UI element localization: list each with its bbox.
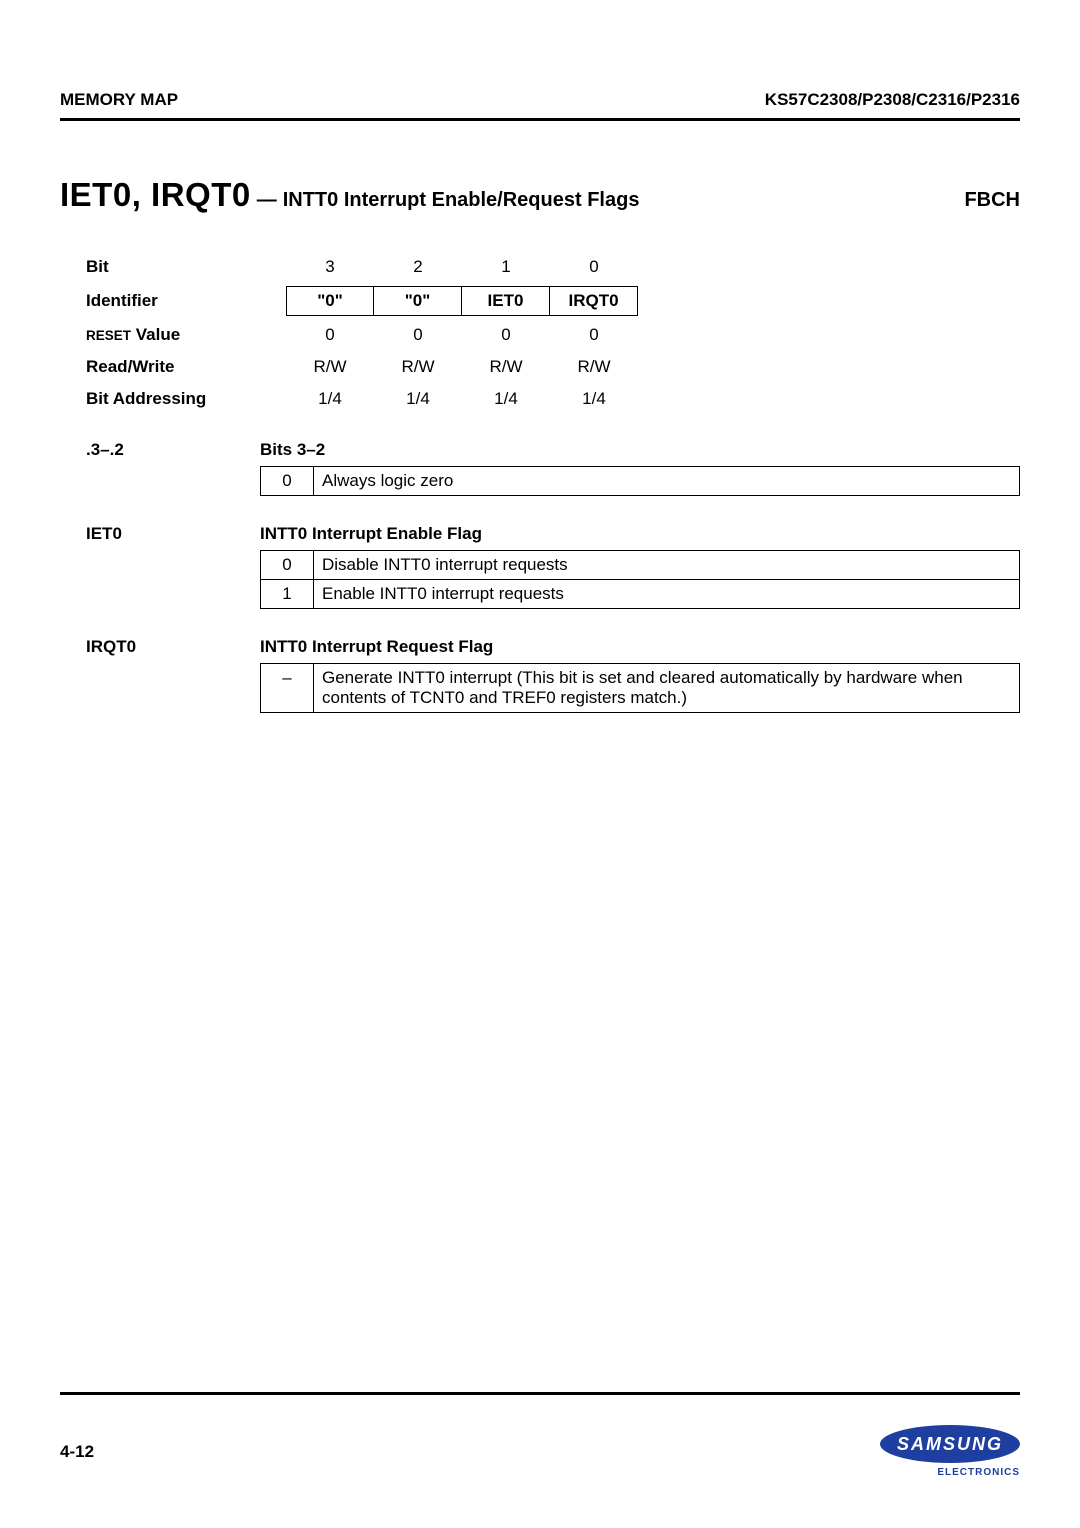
bitaddr-label: Bit Addressing (86, 389, 286, 409)
header-right: KS57C2308/P2308/C2316/P2316 (765, 90, 1020, 110)
identifier-cell: IET0 (462, 286, 550, 316)
identifier-cell: IRQT0 (550, 286, 638, 316)
table-row: – Generate INTT0 interrupt (This bit is … (261, 664, 1020, 713)
reset-cell: 0 (462, 322, 550, 348)
header-rule (60, 118, 1020, 121)
rw-cell: R/W (550, 354, 638, 380)
val-cell: 0 (261, 551, 314, 580)
identifier-cell: "0" (286, 286, 374, 316)
title-left: IET0, IRQT0 — INTT0 Interrupt Enable/Req… (60, 176, 639, 214)
identifier-cell: "0" (374, 286, 462, 316)
register-address: FBCH (964, 189, 1020, 212)
iet0-table: 0 Disable INTT0 interrupt requests 1 Ena… (260, 550, 1020, 609)
val-cell: 1 (261, 580, 314, 609)
table-row: 0 Disable INTT0 interrupt requests (261, 551, 1020, 580)
reset-cell: 0 (550, 322, 638, 348)
electronics-label: ELECTRONICS (880, 1467, 1020, 1478)
logo-block: SAMSUNG ELECTRONICS (880, 1425, 1020, 1478)
reset-label-post: Value (131, 325, 180, 344)
bit-num: 3 (286, 254, 374, 280)
bit-num: 0 (550, 254, 638, 280)
bitaddr-cell: 1/4 (374, 386, 462, 412)
val-cell: 0 (261, 467, 314, 496)
rw-cell: R/W (374, 354, 462, 380)
bitaddr-cell: 1/4 (550, 386, 638, 412)
bit-num: 2 (374, 254, 462, 280)
irqt0-title: INTT0 Interrupt Request Flag (260, 637, 1020, 657)
reset-cell: 0 (374, 322, 462, 348)
rw-label: Read/Write (86, 357, 286, 377)
val-cell: – (261, 664, 314, 713)
page-number: 4-12 (60, 1442, 94, 1462)
reset-label-pre: RESET (86, 328, 131, 343)
bits32-table: 0 Always logic zero (260, 466, 1020, 496)
rw-cell: R/W (462, 354, 550, 380)
bits32-label: .3–.2 (86, 440, 260, 460)
iet0-label: IET0 (86, 524, 260, 544)
desc-cell: Generate INTT0 interrupt (This bit is se… (314, 664, 1020, 713)
footer-rule (60, 1392, 1020, 1395)
title-dash: — (257, 189, 277, 212)
irqt0-table: – Generate INTT0 interrupt (This bit is … (260, 663, 1020, 713)
spec-block: Bit 3 2 1 0 Identifier "0" "0" IET0 IRQT… (86, 254, 1020, 412)
table-row: 1 Enable INTT0 interrupt requests (261, 580, 1020, 609)
iet0-title: INTT0 Interrupt Enable Flag (260, 524, 1020, 544)
bit-label: Bit (86, 257, 286, 277)
bit-num: 1 (462, 254, 550, 280)
desc-cell: Disable INTT0 interrupt requests (314, 551, 1020, 580)
rw-cell: R/W (286, 354, 374, 380)
desc-cell: Always logic zero (314, 467, 1020, 496)
register-name: IET0, IRQT0 (60, 176, 251, 214)
irqt0-label: IRQT0 (86, 637, 260, 657)
bits32-title: Bits 3–2 (260, 440, 1020, 460)
reset-label: RESET Value (86, 325, 286, 345)
reset-cell: 0 (286, 322, 374, 348)
desc-cell: Enable INTT0 interrupt requests (314, 580, 1020, 609)
header-left: MEMORY MAP (60, 90, 178, 110)
identifier-label: Identifier (86, 291, 286, 311)
bitaddr-cell: 1/4 (462, 386, 550, 412)
footer: 4-12 SAMSUNG ELECTRONICS (60, 1392, 1020, 1478)
register-description: INTT0 Interrupt Enable/Request Flags (283, 189, 640, 212)
table-row: 0 Always logic zero (261, 467, 1020, 496)
samsung-logo-icon: SAMSUNG (880, 1425, 1020, 1463)
bitaddr-cell: 1/4 (286, 386, 374, 412)
